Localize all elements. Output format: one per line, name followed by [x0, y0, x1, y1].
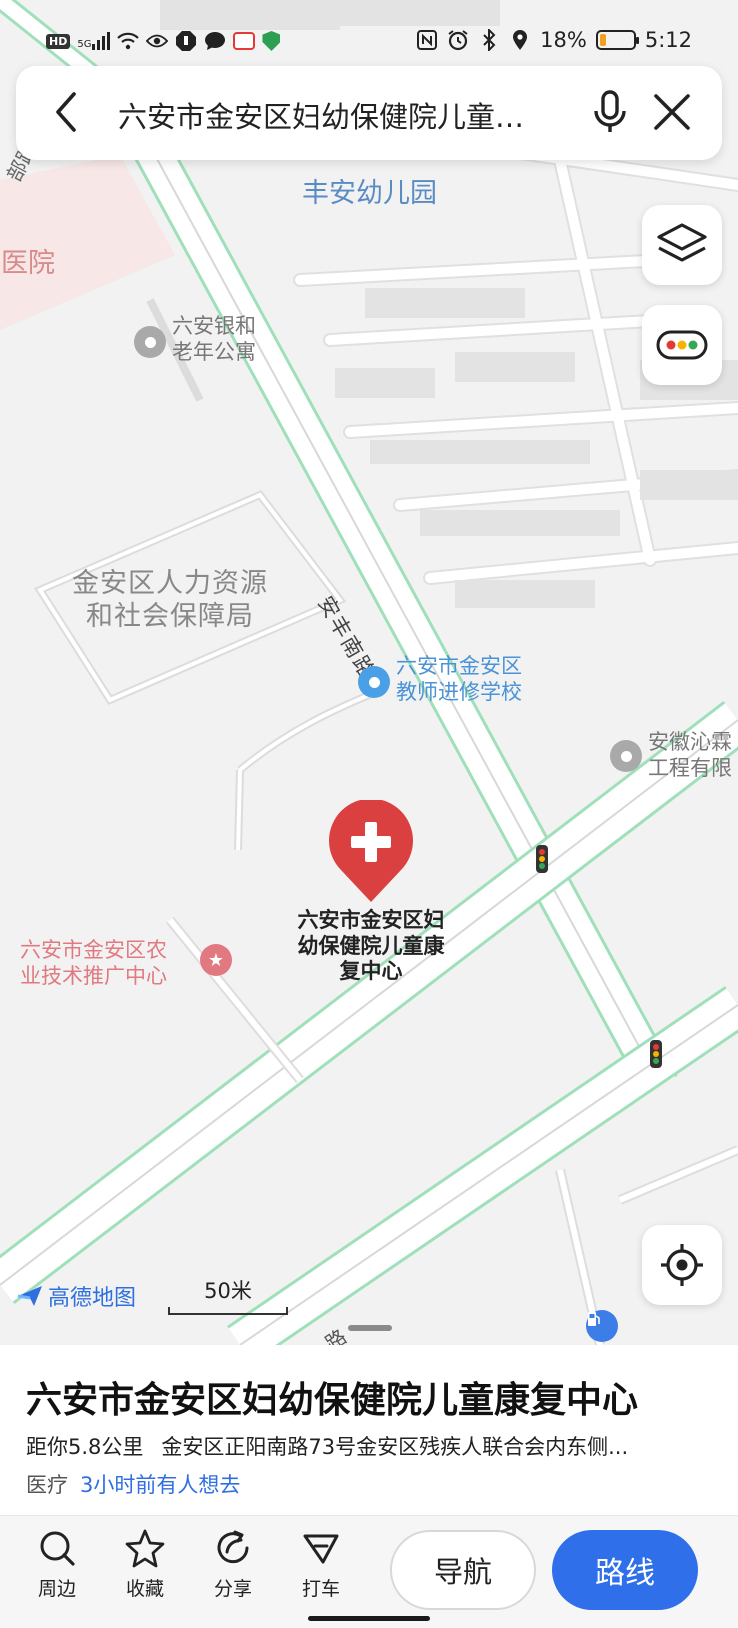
- clear-search-button[interactable]: [646, 86, 698, 138]
- amap-logo-icon: [17, 1286, 42, 1306]
- nfc-icon: [416, 29, 438, 51]
- hand-icon: [175, 30, 197, 52]
- label-target-line3: 复中心: [339, 959, 403, 984]
- nearby-button[interactable]: 周边: [22, 1528, 92, 1601]
- label-target[interactable]: 六安市金安区妇 幼保健院儿童康 复中心: [274, 908, 468, 985]
- company-pin-icon[interactable]: [610, 740, 642, 772]
- shield-check-icon: [262, 31, 281, 51]
- route-button[interactable]: 路线: [552, 1530, 698, 1610]
- app-notification-icon: [233, 32, 256, 50]
- share-icon: [217, 1530, 249, 1564]
- label-company-line2: 工程有限: [648, 755, 732, 780]
- close-icon: [654, 94, 690, 130]
- label-hospital[interactable]: 职医院: [0, 248, 55, 281]
- locate-me-button[interactable]: [642, 1225, 722, 1305]
- chevron-left-icon: [56, 92, 76, 132]
- search-icon: [40, 1531, 75, 1566]
- label-hr-bureau-line2: 和社会保障局: [86, 600, 254, 632]
- traffic-light-icon: [650, 1040, 662, 1068]
- selected-hospital-marker[interactable]: [327, 800, 415, 904]
- taxi-label: 打车: [301, 1578, 340, 1600]
- traffic-light-icon: [536, 845, 548, 873]
- share-button[interactable]: 分享: [198, 1528, 268, 1601]
- wifi-icon: [117, 30, 140, 52]
- star-pin-icon[interactable]: ★: [200, 944, 232, 976]
- label-target-line2: 幼保健院儿童康: [297, 933, 445, 958]
- favorite-label: 收藏: [125, 1578, 164, 1600]
- microphone-icon: [594, 90, 626, 132]
- place-address: 金安区正阳南路73号金安区残疾人联合会内东侧...: [161, 1435, 629, 1459]
- apartment-pin-icon[interactable]: [134, 326, 166, 358]
- clock: 5:12: [644, 28, 692, 52]
- crosshair-icon: [661, 1244, 703, 1286]
- location-icon: [509, 29, 531, 51]
- home-indicator[interactable]: [308, 1616, 430, 1621]
- amap-logo-text: 高德地图: [48, 1286, 137, 1311]
- network-label: 5G: [77, 39, 92, 50]
- battery-fill: [599, 34, 606, 46]
- signal-icon: 5G: [77, 32, 111, 50]
- label-apartment[interactable]: 六安银和 老年公寓: [172, 314, 256, 365]
- label-hr-bureau-line1: 金安区人力资源: [72, 568, 268, 599]
- sheet-drag-handle[interactable]: [348, 1325, 392, 1331]
- message-icon: [204, 30, 226, 52]
- taxi-icon: [303, 1534, 339, 1564]
- share-label: 分享: [213, 1578, 252, 1600]
- nearby-label: 周边: [37, 1578, 76, 1600]
- label-agri-center[interactable]: 六安市金安区农 业技术推广中心: [20, 938, 167, 989]
- hd-badge: HD: [46, 33, 71, 49]
- gas-station-icon[interactable]: [586, 1310, 618, 1342]
- label-school-line2: 教师进修学校: [396, 679, 522, 704]
- map-scale-label: 50米: [204, 1279, 252, 1303]
- battery-percent: 18%: [540, 28, 587, 52]
- place-category: 医疗: [26, 1473, 68, 1497]
- place-title: 六安市金安区妇幼保健院儿童康复中心: [26, 1380, 639, 1421]
- traffic-toggle-button[interactable]: [642, 305, 722, 385]
- action-bar: 周边 收藏 分享 打车 导航 路线: [0, 1515, 738, 1628]
- label-agri-line2: 业技术推广中心: [20, 963, 167, 988]
- alarm-icon: [447, 29, 469, 51]
- place-tags: 医疗 3小时前有人想去: [26, 1469, 240, 1499]
- back-button[interactable]: [44, 88, 92, 136]
- layers-icon: [657, 223, 707, 262]
- label-company-line1: 安徽沁霖: [648, 730, 732, 754]
- place-info: 距你5.8公里 金安区正阳南路73号金安区残疾人联合会内东侧...: [26, 1431, 716, 1461]
- label-school-line1: 六安市金安区: [396, 654, 522, 678]
- label-kindergarten[interactable]: 丰安幼儿园: [302, 178, 437, 211]
- label-target-line1: 六安市金安区妇: [297, 908, 445, 932]
- label-hr-bureau[interactable]: 金安区人力资源 和社会保障局: [72, 568, 268, 634]
- label-apartment-line1: 六安银和: [172, 314, 256, 338]
- search-query[interactable]: 六安市金安区妇幼保健院儿童…: [118, 94, 588, 136]
- eye-icon: [146, 30, 169, 52]
- map-scale: 50米: [168, 1275, 288, 1315]
- map-scale-bar: [168, 1307, 288, 1315]
- place-detail-sheet[interactable]: 六安市金安区妇幼保健院儿童康复中心 距你5.8公里 金安区正阳南路73号金安区残疾…: [0, 1345, 738, 1515]
- map-view[interactable]: 丰安幼儿园 职医院 部路 六安银和 老年公寓 金安区人力资源 和社会保障局 安丰…: [0, 0, 738, 1345]
- label-agri-line1: 六安市金安区农: [20, 938, 167, 962]
- label-apartment-line2: 老年公寓: [172, 339, 256, 364]
- place-distance: 距你5.8公里: [26, 1435, 144, 1459]
- school-pin-icon[interactable]: [358, 666, 390, 698]
- favorite-button[interactable]: 收藏: [110, 1528, 180, 1601]
- label-school[interactable]: 六安市金安区 教师进修学校: [396, 654, 522, 705]
- hospital-cross-icon: [329, 800, 413, 902]
- star-icon: [125, 1529, 165, 1568]
- place-popularity: 3小时前有人想去: [80, 1473, 241, 1497]
- label-company[interactable]: 安徽沁霖 工程有限: [648, 730, 732, 781]
- taxi-button[interactable]: 打车: [286, 1528, 356, 1601]
- traffic-icon: [656, 330, 708, 360]
- amap-logo: 高德地图: [16, 1280, 136, 1312]
- navigate-button[interactable]: 导航: [390, 1530, 536, 1610]
- bluetooth-icon: [478, 29, 500, 51]
- battery-icon: [595, 30, 639, 50]
- search-bar[interactable]: 六安市金安区妇幼保健院儿童…: [16, 66, 722, 160]
- voice-search-button[interactable]: [584, 86, 636, 138]
- map-layers-button[interactable]: [642, 205, 722, 285]
